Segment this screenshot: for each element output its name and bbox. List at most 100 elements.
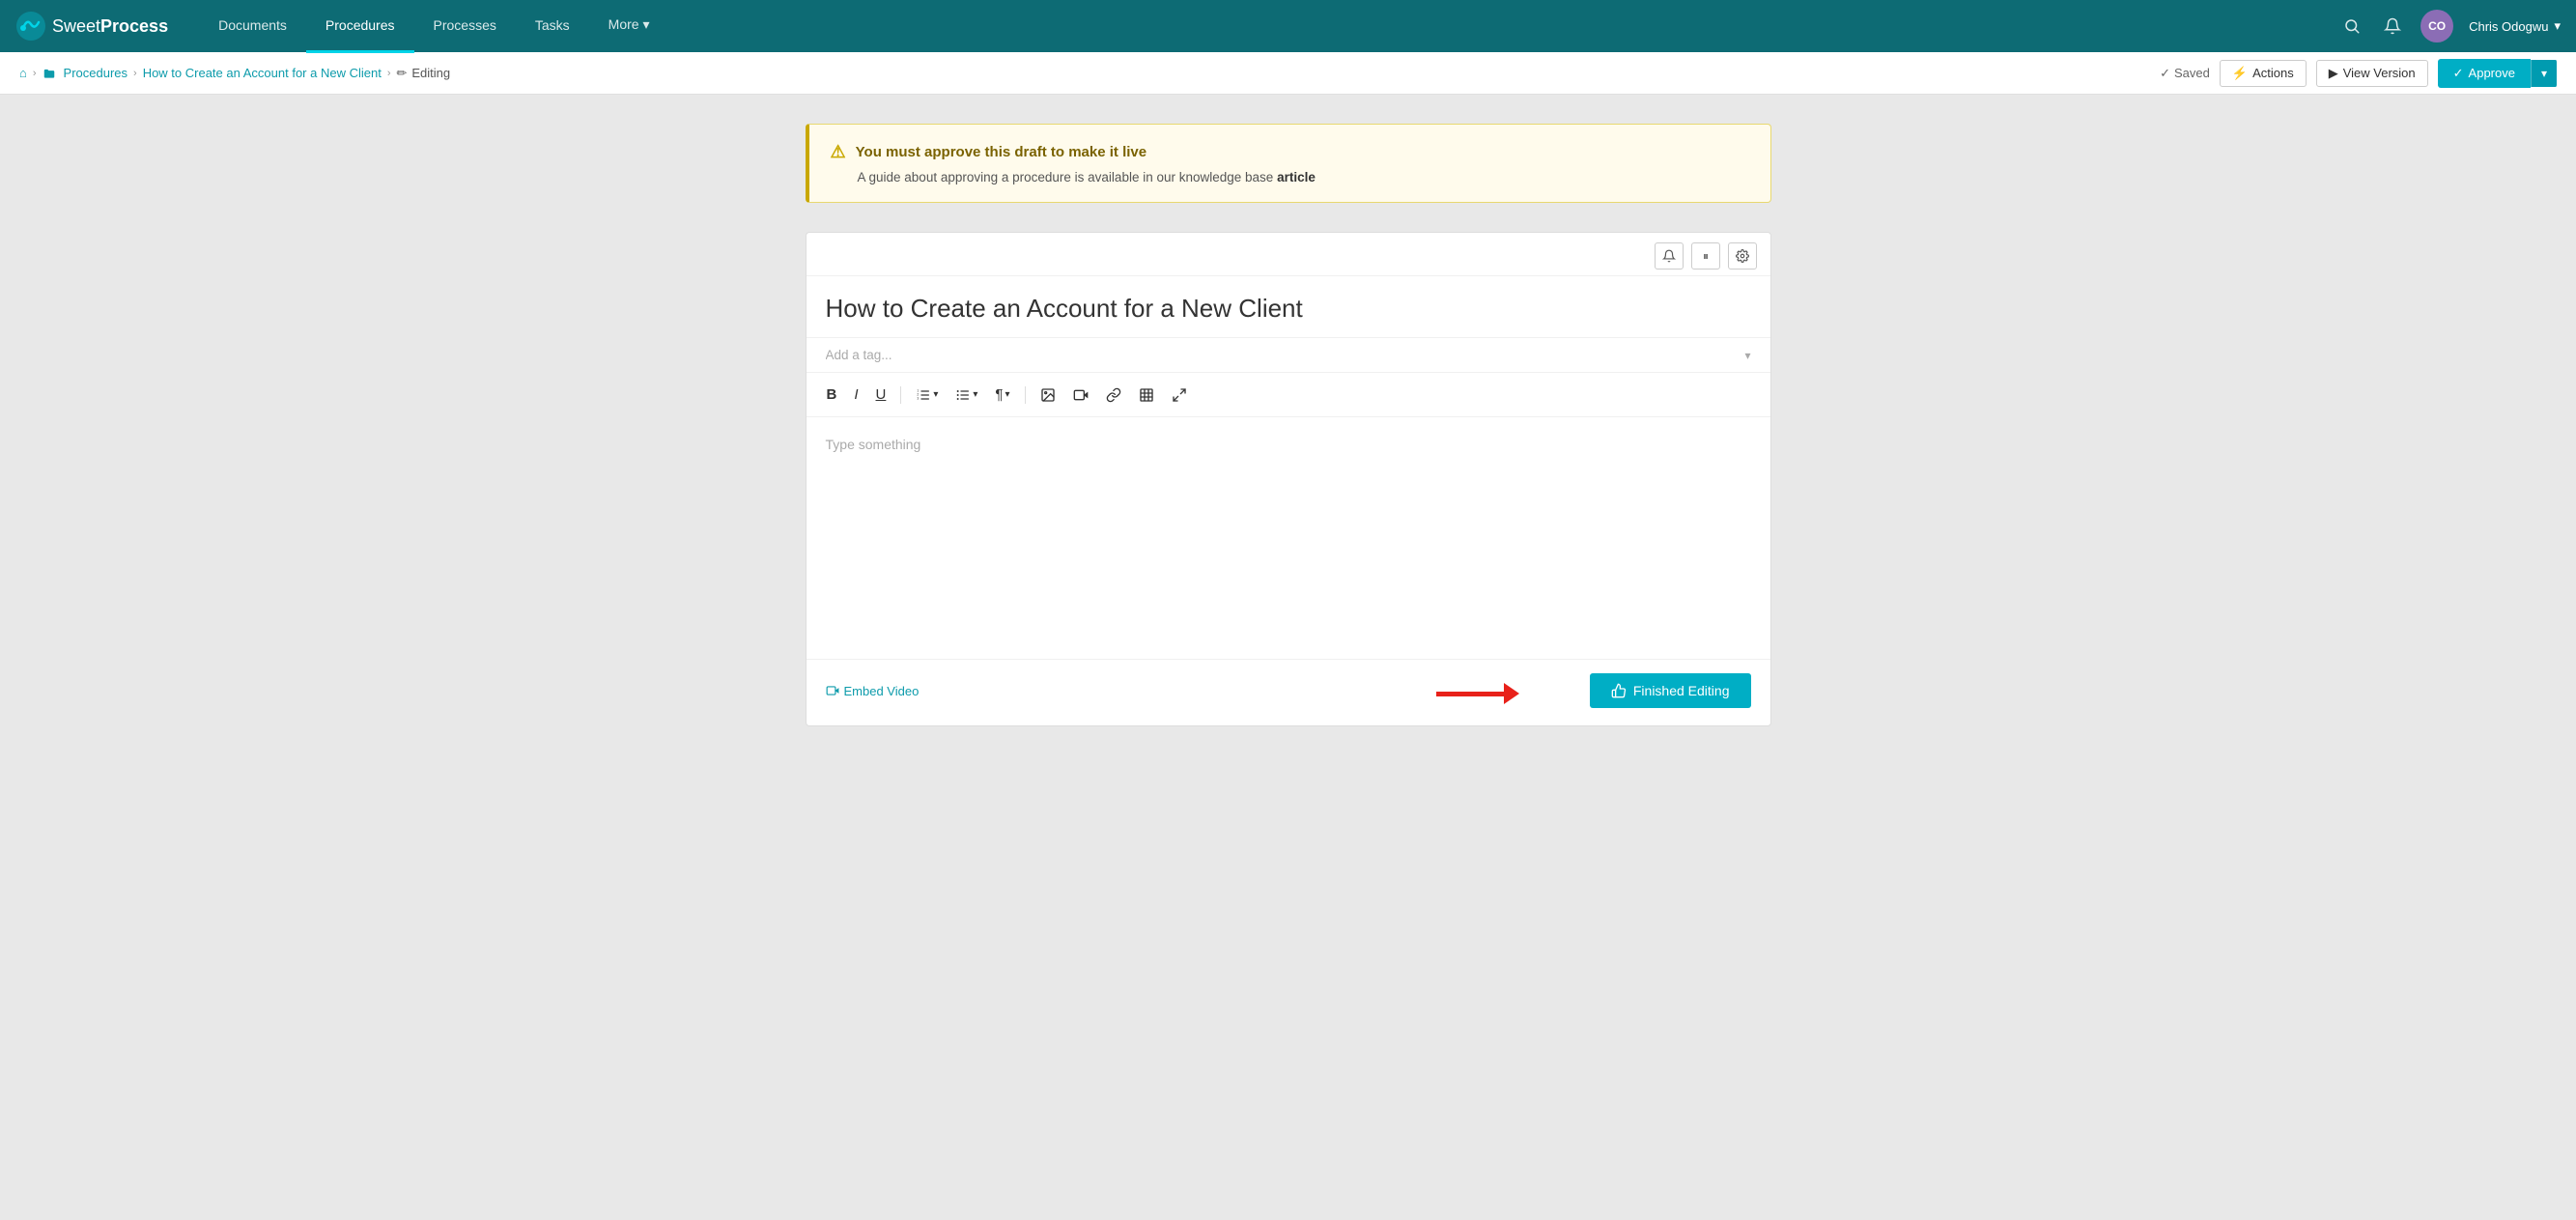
- warning-icon: ⚠: [831, 142, 846, 162]
- nav-right: CO Chris Odogwu ▾: [2339, 10, 2561, 43]
- subscribe-bell-button[interactable]: [1655, 242, 1684, 270]
- list-unordered-chevron: ▾: [973, 389, 977, 400]
- paragraph-chevron: ▾: [1005, 389, 1009, 400]
- breadcrumb-home[interactable]: ⌂: [19, 66, 27, 80]
- alert-body: A guide about approving a procedure is a…: [831, 170, 1749, 184]
- image-button[interactable]: [1033, 383, 1062, 407]
- embed-video-link[interactable]: Embed Video: [826, 684, 920, 698]
- tag-input[interactable]: [826, 348, 1745, 362]
- pause-icon: ⏸: [1703, 249, 1708, 264]
- breadcrumb-procedures[interactable]: Procedures: [64, 66, 127, 80]
- bell-icon: [2384, 17, 2401, 35]
- avatar: CO: [2420, 10, 2453, 43]
- search-icon: [2343, 17, 2361, 35]
- expand-icon: [1172, 387, 1187, 403]
- expand-button[interactable]: [1165, 383, 1194, 407]
- editor-placeholder: Type something: [826, 437, 921, 452]
- breadcrumb-actions: ✓ Saved ⚡ Actions ▶ View Version ✓ Appro…: [2160, 59, 2557, 88]
- italic-icon: I: [854, 386, 858, 403]
- paragraph-button[interactable]: ¶ ▾: [988, 383, 1016, 407]
- bell-small-icon: [1662, 249, 1676, 263]
- link-icon: [1106, 387, 1121, 403]
- thumbs-up-icon: [1611, 683, 1627, 698]
- underline-button[interactable]: U: [869, 383, 893, 407]
- brand-process: Process: [100, 16, 168, 37]
- actions-button[interactable]: ⚡ Actions: [2220, 60, 2307, 87]
- pause-button[interactable]: ⏸: [1691, 242, 1720, 270]
- brand-sweet: Sweet: [52, 16, 100, 37]
- breadcrumb-sep-3: ›: [387, 68, 391, 79]
- home-icon: ⌂: [19, 66, 27, 80]
- ordered-list-icon: 123: [916, 387, 931, 403]
- tag-input-row: ▾: [807, 338, 1770, 373]
- video-icon: [1073, 387, 1089, 403]
- nav-documents[interactable]: Documents: [199, 0, 306, 53]
- table-button[interactable]: [1132, 383, 1161, 407]
- breadcrumb-bar: ⌂ › Procedures › How to Create an Accoun…: [0, 52, 2576, 95]
- unordered-list-button[interactable]: ▾: [948, 383, 984, 407]
- editing-pencil-icon: ✏: [396, 66, 407, 81]
- paragraph-icon: ¶: [995, 386, 1003, 403]
- ordered-list-button[interactable]: 123 ▾: [909, 383, 945, 407]
- editor-footer: Embed Video Finished Editing: [807, 659, 1770, 725]
- unordered-list-icon: [955, 387, 971, 403]
- bolt-icon: ⚡: [2232, 66, 2248, 81]
- brand-logo[interactable]: SweetProcess: [15, 11, 168, 42]
- link-button[interactable]: [1099, 383, 1128, 407]
- procedures-folder-icon: [42, 67, 56, 80]
- main-content: ⚠ You must approve this draft to make it…: [786, 95, 1791, 755]
- document-title-input[interactable]: [807, 276, 1770, 338]
- editor-content[interactable]: Type something: [807, 417, 1770, 659]
- format-toolbar: B I U 123 ▾ ▾ ¶ ▾: [807, 373, 1770, 417]
- nav-links: Documents Procedures Processes Tasks Mor…: [199, 0, 2339, 53]
- editor-card: ⏸ ▾ B I U: [806, 232, 1771, 726]
- user-name: Chris Odogwu: [2469, 19, 2548, 34]
- breadcrumb-editing: ✏ Editing: [396, 66, 450, 81]
- gear-icon: [1736, 249, 1749, 263]
- toolbar-sep-2: [1025, 386, 1026, 404]
- approval-alert: ⚠ You must approve this draft to make it…: [806, 124, 1771, 203]
- video-small-icon: [826, 684, 839, 697]
- settings-button[interactable]: [1728, 242, 1757, 270]
- approve-check-icon: ✓: [2453, 66, 2464, 81]
- alert-title: ⚠ You must approve this draft to make it…: [831, 142, 1749, 162]
- nav-tasks[interactable]: Tasks: [516, 0, 589, 53]
- saved-status: ✓ Saved: [2160, 66, 2210, 81]
- breadcrumb-sep-2: ›: [133, 68, 137, 79]
- search-button[interactable]: [2339, 14, 2364, 39]
- red-arrow-indicator: [1436, 683, 1519, 704]
- play-icon: ▶: [2329, 66, 2338, 81]
- breadcrumb-page[interactable]: How to Create an Account for a New Clien…: [143, 66, 382, 80]
- brand-icon: [15, 11, 46, 42]
- tag-chevron-icon: ▾: [1744, 349, 1750, 362]
- underline-icon: U: [876, 386, 887, 403]
- breadcrumb: ⌂ › Procedures › How to Create an Accoun…: [19, 66, 450, 81]
- image-icon: [1040, 387, 1056, 403]
- nav-more[interactable]: More ▾: [589, 0, 669, 53]
- editor-toolbar-top: ⏸: [807, 233, 1770, 276]
- approve-btn-group: ✓ Approve ▾: [2438, 59, 2557, 88]
- approve-button[interactable]: ✓ Approve: [2438, 59, 2531, 88]
- user-chevron-icon: ▾: [2554, 18, 2561, 34]
- approve-dropdown-button[interactable]: ▾: [2531, 60, 2557, 87]
- italic-button[interactable]: I: [847, 383, 864, 407]
- view-version-button[interactable]: ▶ View Version: [2316, 60, 2428, 87]
- list-ordered-chevron: ▾: [933, 389, 938, 400]
- finished-editing-button[interactable]: Finished Editing: [1590, 673, 1751, 708]
- check-icon: ✓: [2160, 66, 2170, 81]
- user-menu[interactable]: Chris Odogwu ▾: [2469, 18, 2561, 34]
- nav-processes[interactable]: Processes: [414, 0, 516, 53]
- table-icon: [1139, 387, 1154, 403]
- navbar: SweetProcess Documents Procedures Proces…: [0, 0, 2576, 52]
- nav-procedures[interactable]: Procedures: [306, 0, 414, 53]
- video-button[interactable]: [1066, 383, 1095, 407]
- svg-text:3: 3: [918, 396, 920, 400]
- approve-chevron-icon: ▾: [2541, 67, 2547, 80]
- breadcrumb-sep-1: ›: [33, 68, 37, 79]
- arrow-head-icon: [1504, 683, 1519, 704]
- toolbar-sep-1: [900, 386, 901, 404]
- alert-article-link[interactable]: article: [1277, 170, 1316, 184]
- bold-icon: B: [827, 386, 837, 403]
- bold-button[interactable]: B: [820, 383, 844, 407]
- notifications-button[interactable]: [2380, 14, 2405, 39]
